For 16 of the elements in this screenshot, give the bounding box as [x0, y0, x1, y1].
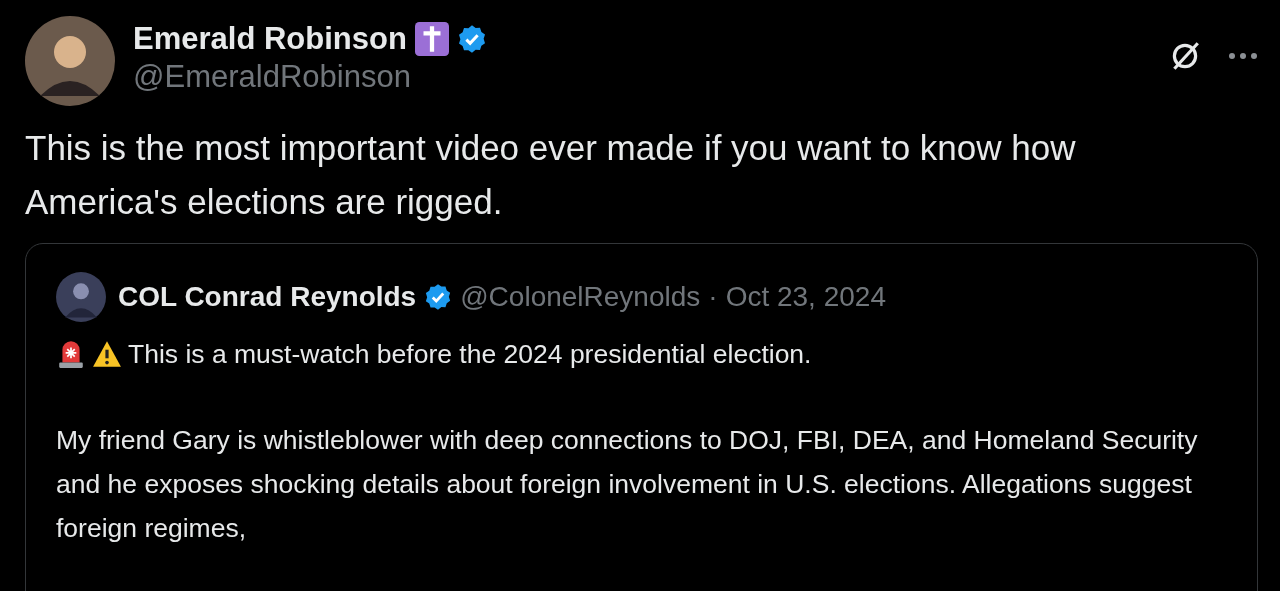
- more-icon[interactable]: [1228, 52, 1258, 60]
- siren-icon: [56, 339, 86, 369]
- author-name[interactable]: Emerald Robinson: [133, 21, 407, 57]
- post-date[interactable]: Oct 23, 2024: [725, 281, 886, 313]
- separator-dot: ·: [708, 281, 718, 313]
- quoted-post-text: My friend Gary is whistleblower with deep connections to DOJ, FBI, DEA, and Homeland Security and he exposes shocking details about foreign involvement in U.S. elections. Allegations suggest foreign regimes,: [56, 424, 1199, 545]
- avatar-icon[interactable]: [56, 272, 106, 322]
- quoted-post-card[interactable]: [25, 243, 1258, 591]
- author-handle[interactable]: @EmeraldRobinson: [133, 59, 487, 95]
- author-name[interactable]: COL Conrad Reynolds: [118, 281, 417, 313]
- post-text: This is the most important video ever made if you want to know how America's elections are rigged.: [25, 127, 1077, 223]
- avatar-icon[interactable]: [25, 16, 115, 106]
- warning-icon: [92, 339, 122, 369]
- cross-icon: [414, 22, 449, 56]
- quoted-post-text: This is a must-watch before the 2024 presidential election.: [128, 338, 813, 371]
- author-handle[interactable]: @ColonelReynolds: [460, 281, 701, 313]
